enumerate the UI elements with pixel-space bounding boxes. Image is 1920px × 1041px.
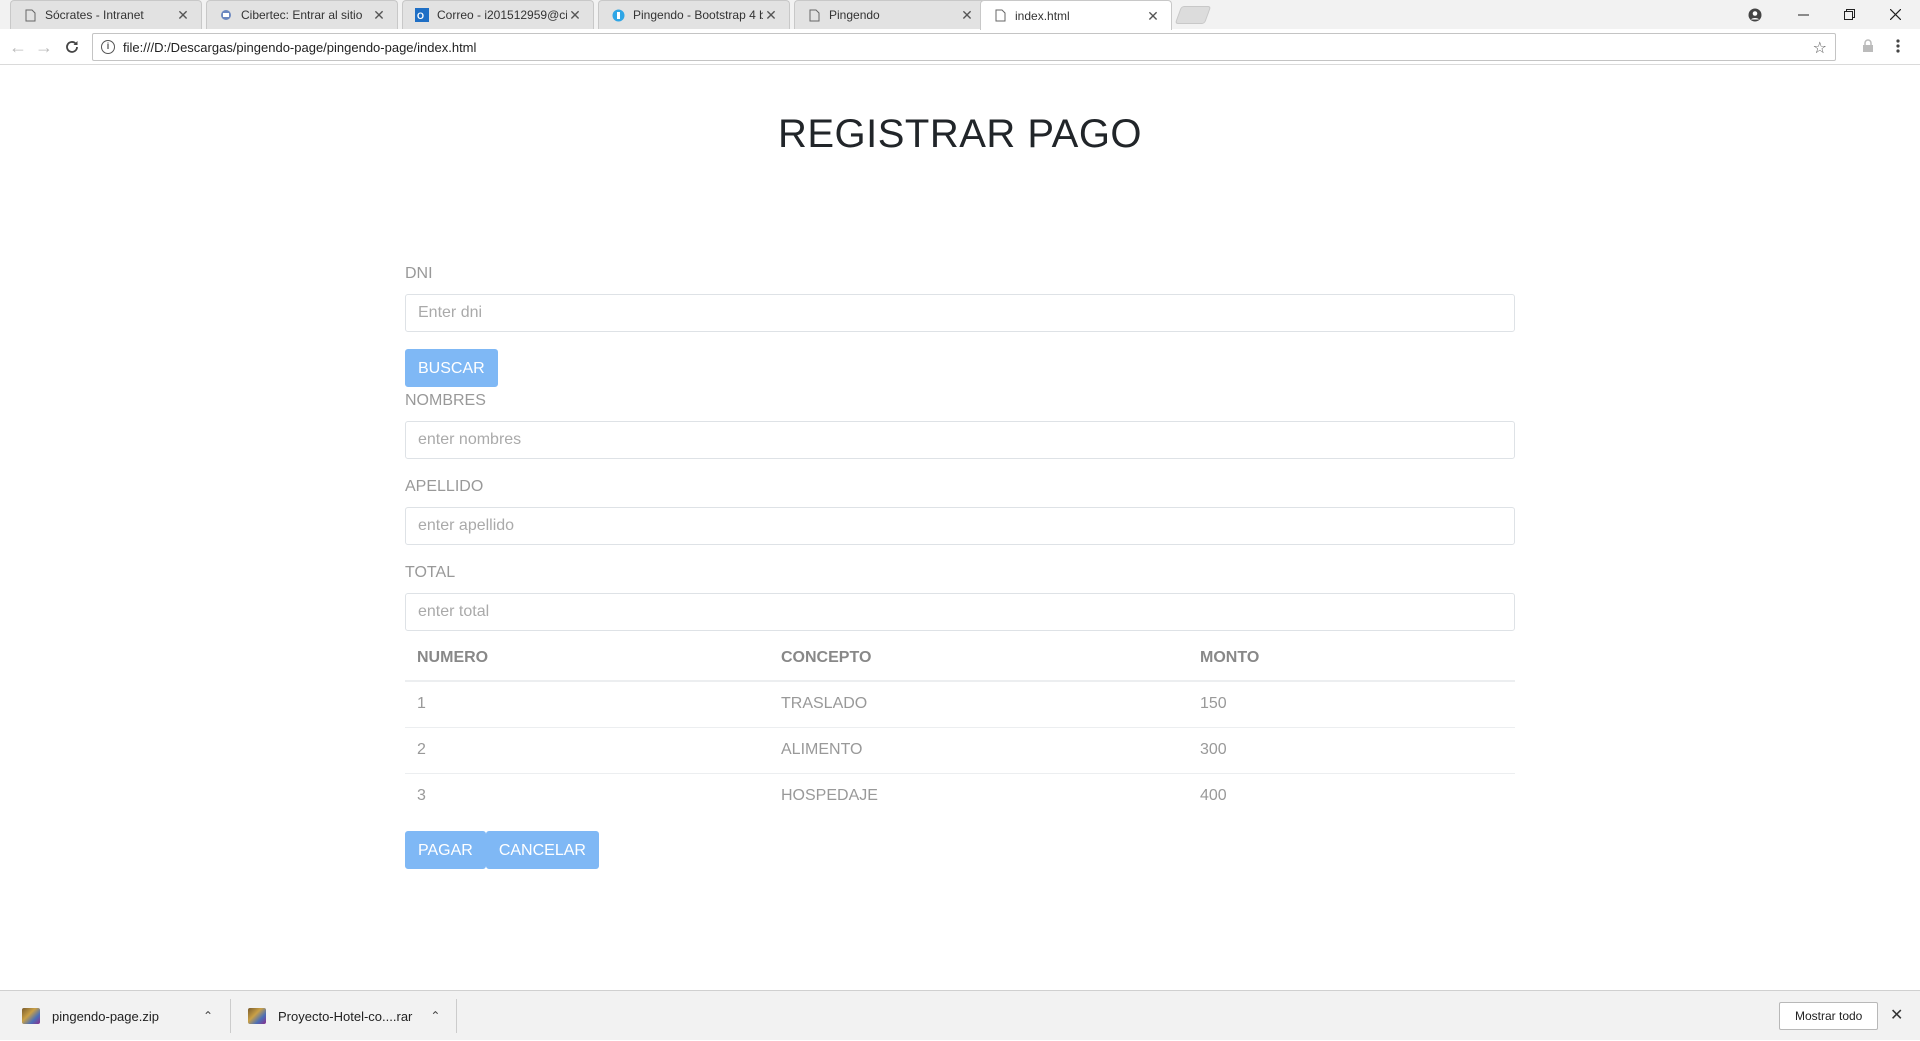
payment-table: NUMERO CONCEPTO MONTO 1 TRASLADO 150 2 A…: [405, 635, 1515, 819]
archive-icon: [22, 1008, 40, 1024]
tab-pingendo-bootstrap[interactable]: Pingendo - Bootstrap 4 b ✕: [598, 0, 790, 29]
tab-title: Sócrates - Intranet: [45, 8, 144, 22]
close-icon[interactable]: ✕: [1890, 1005, 1903, 1025]
chevron-up-icon[interactable]: ⌃: [203, 1009, 213, 1023]
pay-button[interactable]: PAGAR: [405, 831, 486, 869]
close-icon[interactable]: ✕: [1145, 8, 1161, 24]
download-item[interactable]: Proyecto-Hotel-co....rar ⌃: [248, 991, 440, 1041]
download-separator: [230, 999, 231, 1033]
cell-concepto: TRASLADO: [769, 680, 1188, 727]
cell-monto: 400: [1188, 772, 1515, 819]
column-header-concepto: CONCEPTO: [769, 635, 1188, 682]
minimize-icon[interactable]: [1780, 0, 1826, 29]
column-header-numero: NUMERO: [405, 635, 769, 682]
dni-label: DNI: [405, 265, 433, 282]
close-icon[interactable]: ✕: [175, 7, 191, 23]
tab-title: Pingendo: [829, 8, 880, 22]
page-icon: [807, 8, 821, 22]
apellido-label: APELLIDO: [405, 478, 484, 495]
table-row: 1 TRASLADO 150: [405, 680, 1515, 727]
nombres-label: NOMBRES: [405, 392, 486, 409]
tab-socrates[interactable]: Sócrates - Intranet ✕: [10, 0, 202, 29]
download-filename: pingendo-page.zip: [52, 1008, 159, 1024]
tab-index-html[interactable]: index.html ✕: [980, 0, 1172, 30]
info-icon[interactable]: i: [101, 40, 115, 54]
download-item[interactable]: pingendo-page.zip ⌃: [22, 991, 213, 1041]
profile-icon[interactable]: [1732, 0, 1778, 29]
table-row: 2 ALIMENTO 300: [405, 726, 1515, 773]
total-label: TOTAL: [405, 564, 456, 581]
menu-dots-icon[interactable]: [1896, 39, 1900, 56]
page-icon: [23, 8, 37, 22]
tab-title: index.html: [1015, 8, 1070, 23]
tab-pingendo[interactable]: Pingendo ✕: [794, 0, 986, 29]
table-header-row: NUMERO CONCEPTO MONTO: [405, 635, 1515, 682]
close-icon[interactable]: ✕: [763, 7, 779, 23]
back-icon[interactable]: ←: [6, 35, 30, 59]
apellido-input[interactable]: [405, 507, 1515, 545]
address-bar[interactable]: i file:///D:/Descargas/pingendo-page/pin…: [92, 33, 1836, 61]
close-icon[interactable]: ✕: [567, 7, 583, 23]
extension-icon[interactable]: [1862, 39, 1874, 56]
cell-concepto: HOSPEDAJE: [769, 772, 1188, 819]
column-header-monto: MONTO: [1188, 635, 1515, 682]
restore-icon[interactable]: [1826, 0, 1872, 29]
browser-toolbar: ← → i file:///D:/Descargas/pingendo-page…: [0, 29, 1920, 65]
table-row: 3 HOSPEDAJE 400: [405, 772, 1515, 819]
tab-title: Correo - i201512959@ci: [437, 8, 567, 22]
window-close-icon[interactable]: [1872, 0, 1918, 29]
close-icon[interactable]: ✕: [371, 7, 387, 23]
tab-cibertec[interactable]: Cibertec: Entrar al sitio ✕: [206, 0, 398, 29]
outlook-icon: O: [415, 8, 429, 22]
payment-form: DNI BUSCAR NOMBRES APELLIDO TOTAL NUMERO…: [405, 262, 1515, 869]
tab-title: Cibertec: Entrar al sitio: [241, 8, 363, 22]
page-title: REGISTRAR PAGO: [777, 112, 1143, 156]
chevron-up-icon[interactable]: ⌃: [430, 1009, 440, 1023]
tab-strip: Sócrates - Intranet ✕ Cibertec: Entrar a…: [0, 0, 1920, 30]
close-icon[interactable]: ✕: [959, 7, 975, 23]
download-shelf: pingendo-page.zip ⌃ Proyecto-Hotel-co...…: [0, 990, 1920, 1040]
cell-monto: 150: [1188, 680, 1515, 727]
moodle-icon: [219, 8, 233, 22]
tab-title: Pingendo - Bootstrap 4 b: [633, 8, 763, 22]
download-separator: [456, 999, 457, 1033]
archive-icon: [248, 1008, 266, 1024]
svg-text:O: O: [417, 11, 424, 21]
reload-icon[interactable]: [60, 35, 84, 59]
cell-numero: 1: [405, 680, 769, 727]
cell-numero: 3: [405, 772, 769, 819]
total-input[interactable]: [405, 593, 1515, 631]
nombres-input[interactable]: [405, 421, 1515, 459]
new-tab-button[interactable]: [1174, 6, 1212, 24]
tab-correo[interactable]: O Correo - i201512959@ci ✕: [402, 0, 594, 29]
dni-input[interactable]: [405, 294, 1515, 332]
cell-concepto: ALIMENTO: [769, 726, 1188, 773]
url-text: file:///D:/Descargas/pingendo-page/pinge…: [123, 39, 477, 55]
cancel-button[interactable]: CANCELAR: [485, 831, 599, 869]
cell-monto: 300: [1188, 726, 1515, 773]
pingendo-icon: [611, 8, 625, 22]
search-button[interactable]: BUSCAR: [405, 349, 498, 387]
download-filename: Proyecto-Hotel-co....rar: [278, 1008, 413, 1024]
cell-numero: 2: [405, 726, 769, 773]
page-icon: [993, 9, 1007, 23]
show-all-button[interactable]: Mostrar todo: [1779, 1002, 1879, 1030]
forward-icon[interactable]: →: [32, 35, 56, 59]
bookmark-star-icon[interactable]: ☆: [1813, 38, 1827, 58]
